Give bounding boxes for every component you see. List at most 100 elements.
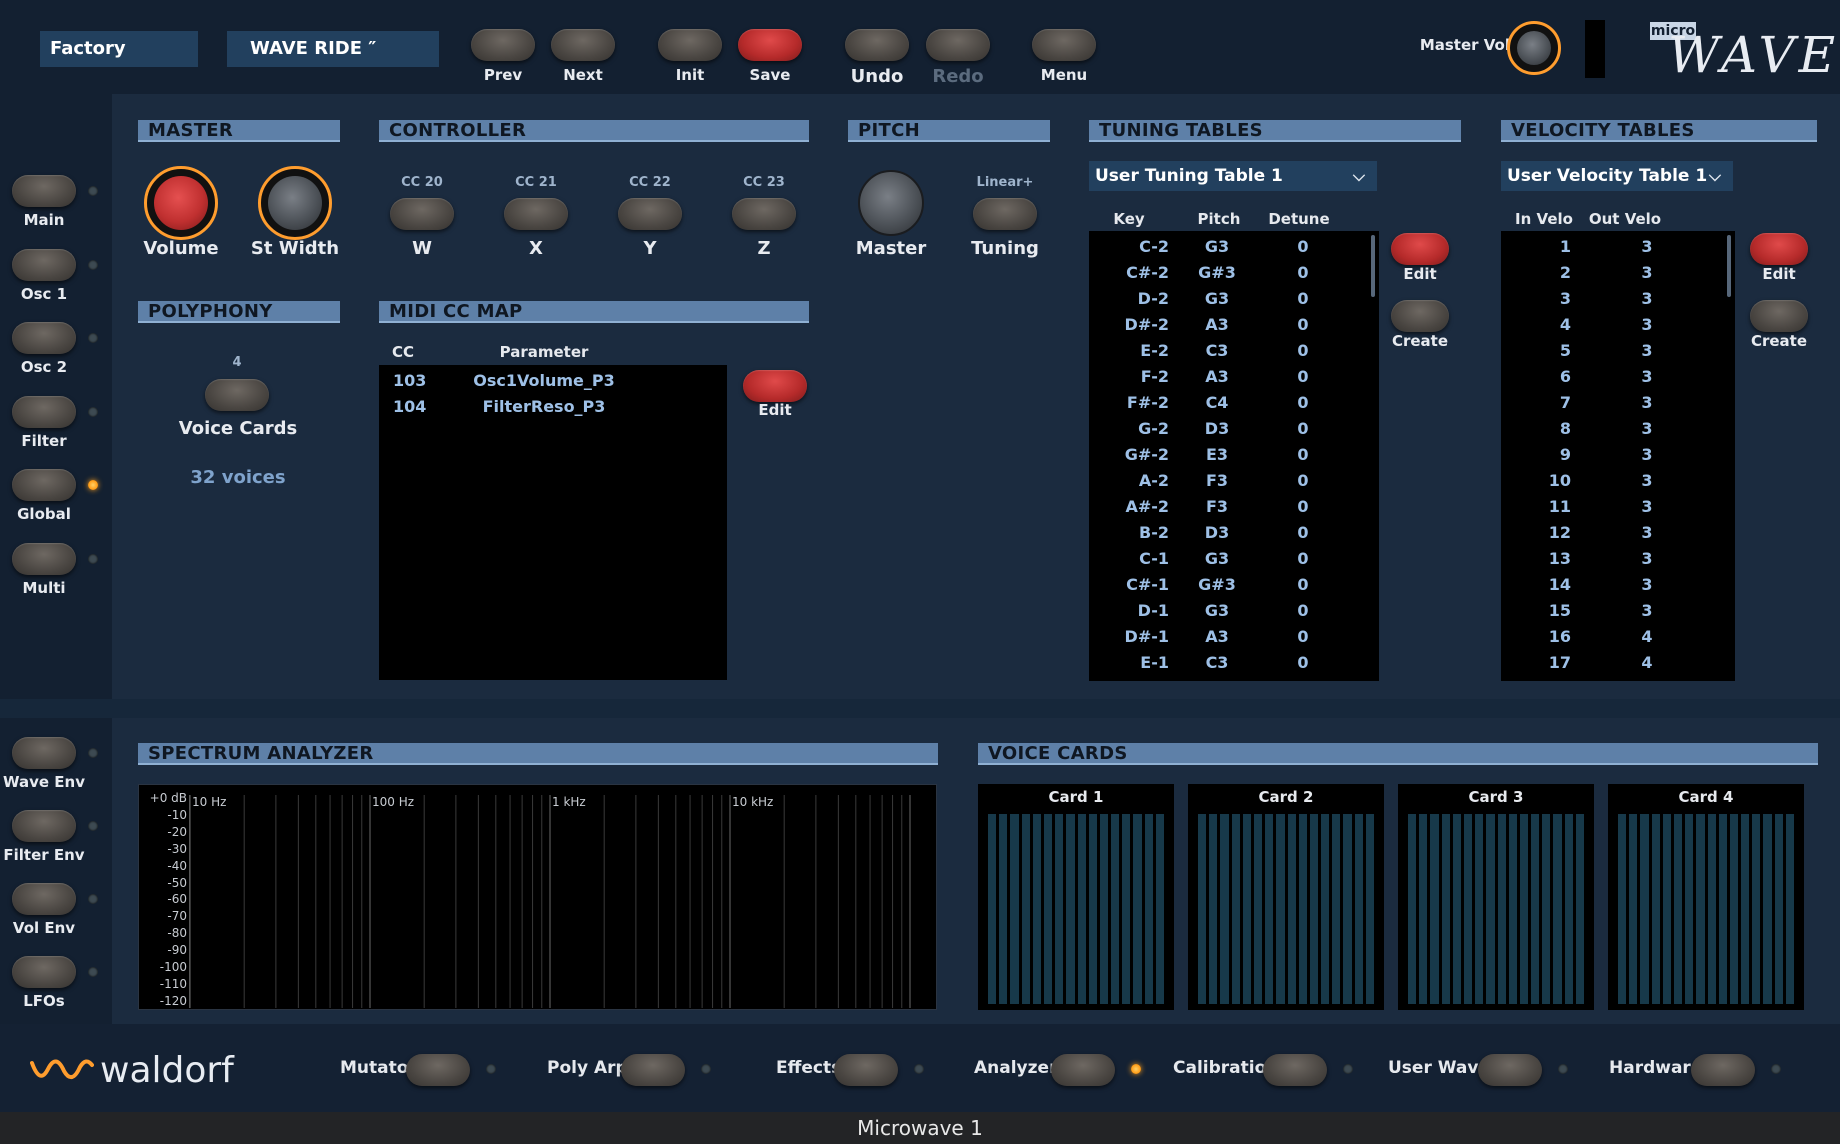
db-tick-label: +0 dB <box>149 791 187 805</box>
controller-z-button[interactable] <box>732 198 796 230</box>
velocity-out: 3 <box>1641 471 1653 490</box>
table-row[interactable]: C-2 G3 0 <box>1089 235 1369 261</box>
voice-meter <box>1519 814 1529 1004</box>
footer-hardware-button[interactable] <box>1691 1054 1755 1086</box>
velocity-table-dropdown[interactable]: User Velocity Table 1 ⌵ <box>1501 161 1733 191</box>
table-row[interactable]: 13 3 <box>1501 547 1725 573</box>
tuning-mode-label: Linear+ <box>976 175 1034 190</box>
master-vol-knob[interactable] <box>1507 21 1561 75</box>
voice-cards-button[interactable] <box>205 379 269 411</box>
table-row[interactable]: 11 3 <box>1501 495 1725 521</box>
table-row[interactable]: B-2 D3 0 <box>1089 521 1369 547</box>
next-button[interactable] <box>551 29 615 61</box>
table-row[interactable]: 23 <box>1501 261 1725 287</box>
velocity-edit-button[interactable] <box>1750 233 1808 265</box>
table-row[interactable]: 12 3 <box>1501 521 1725 547</box>
menu-button[interactable] <box>1032 29 1096 61</box>
velocity-create-label: Create <box>1750 332 1808 350</box>
table-row[interactable]: 33 <box>1501 287 1725 313</box>
velocity-table-scrollbar[interactable] <box>1727 235 1731 297</box>
bank-selector[interactable]: Factory <box>40 31 198 67</box>
undo-button[interactable] <box>845 29 909 61</box>
table-row[interactable]: G#-2 E3 0 <box>1089 443 1369 469</box>
table-row[interactable]: 15 3 <box>1501 599 1725 625</box>
nav-multi-button[interactable] <box>12 542 76 575</box>
preset-name-field[interactable]: WAVE RIDE ″ <box>227 31 439 67</box>
redo-button[interactable] <box>926 29 990 61</box>
table-row[interactable]: 104 FilterReso_P3 <box>379 395 727 421</box>
controller-w-button[interactable] <box>390 198 454 230</box>
table-row[interactable]: C-1 G3 0 <box>1089 547 1369 573</box>
footer-mutator-button[interactable] <box>406 1054 470 1086</box>
prev-button[interactable] <box>471 29 535 61</box>
controller-x-button[interactable] <box>504 198 568 230</box>
table-row[interactable]: A#-2 F3 0 <box>1089 495 1369 521</box>
velocity-create-button[interactable] <box>1750 300 1808 332</box>
nav-global-button[interactable] <box>12 469 76 501</box>
table-row[interactable]: 16 4 <box>1501 625 1725 651</box>
nav-filter-button[interactable] <box>12 395 76 428</box>
nav-wave-env-button[interactable] <box>12 737 76 769</box>
midi-cc-edit-button[interactable] <box>743 370 807 402</box>
table-row[interactable]: D#-2 A3 0 <box>1089 313 1369 339</box>
tuning-button[interactable] <box>973 198 1037 230</box>
nav-vol-env-button[interactable] <box>12 883 76 915</box>
footer-user-wave-button[interactable] <box>1478 1054 1542 1086</box>
db-tick-label: -20 <box>167 824 187 839</box>
controller-y-button[interactable] <box>618 198 682 230</box>
nav-filter-env-button[interactable] <box>12 810 76 842</box>
table-row[interactable]: 43 <box>1501 313 1725 339</box>
stereo-width-knob[interactable] <box>258 166 332 240</box>
table-row[interactable]: 10 3 <box>1501 469 1725 495</box>
footer-poly-arp-button[interactable] <box>621 1054 685 1086</box>
table-row[interactable]: 83 <box>1501 417 1725 443</box>
nav-main-button[interactable] <box>12 175 76 207</box>
tuning-table-scrollbar[interactable] <box>1371 235 1375 297</box>
voice-meter <box>1497 814 1506 1004</box>
table-row[interactable]: E-1 C3 0 <box>1089 651 1369 677</box>
init-button[interactable] <box>658 29 722 61</box>
nav-osc-1-button[interactable] <box>12 248 76 281</box>
table-row[interactable]: 14 3 <box>1501 573 1725 599</box>
table-row[interactable]: 73 <box>1501 391 1725 417</box>
footer-analyzer-button[interactable] <box>1051 1054 1115 1086</box>
table-row[interactable]: D-1 G3 0 <box>1089 599 1369 625</box>
table-row[interactable]: G-2 D3 0 <box>1089 417 1369 443</box>
table-row[interactable]: E-2 C3 0 <box>1089 339 1369 365</box>
hz-tick-label: 10 Hz <box>192 795 227 809</box>
footer-calibration-button[interactable] <box>1263 1054 1327 1086</box>
table-row[interactable]: D#-1 A3 0 <box>1089 625 1369 651</box>
voice-meter <box>1408 814 1417 1004</box>
tuning-edit-button[interactable] <box>1391 233 1449 265</box>
table-row[interactable]: 13 <box>1501 235 1725 261</box>
table-row[interactable]: 93 <box>1501 443 1725 469</box>
nav-osc-2-led <box>88 333 98 343</box>
table-row[interactable]: F-2 A3 0 <box>1089 365 1369 391</box>
tuning-table-dropdown[interactable]: User Tuning Table 1 ⌵ <box>1089 161 1377 191</box>
velocity-in: 16 <box>1548 627 1571 646</box>
table-row[interactable]: F#-2 C4 0 <box>1089 391 1369 417</box>
table-row[interactable]: 17 4 <box>1501 651 1725 677</box>
hz-tick-label: 10 kHz <box>732 795 774 809</box>
midi-cc-map-table[interactable]: CC Parameter 103 Osc1Volume_P3 104 FilterRe… <box>379 339 727 680</box>
nav-lfos-button[interactable] <box>12 956 76 988</box>
column-header-in-velo: In Velo <box>1515 210 1573 228</box>
volume-knob[interactable] <box>144 166 218 240</box>
table-row[interactable]: D-2 G3 0 <box>1089 287 1369 313</box>
velocity-table[interactable]: In Velo Out Velo 1 3 2 3 3 3 4 3 5 3 6 3 7 3 8 3 9 3 10 3 11… <box>1501 207 1735 681</box>
tuning-create-button[interactable] <box>1391 300 1449 332</box>
table-row[interactable]: A-2 F3 0 <box>1089 469 1369 495</box>
nav-osc-2-button[interactable] <box>12 322 76 354</box>
table-row[interactable]: 53 <box>1501 339 1725 365</box>
table-row[interactable]: 63 <box>1501 365 1725 391</box>
table-row[interactable]: 103 Osc1Volume_P3 <box>379 369 727 395</box>
master-vol-label: Master Vol <box>1419 36 1510 54</box>
velocity-out: 3 <box>1641 393 1653 412</box>
table-row[interactable]: C#-2 G#3 0 <box>1089 261 1369 287</box>
table-row[interactable]: C#-1 G#3 0 <box>1089 573 1369 599</box>
pitch-master-knob[interactable] <box>858 170 924 236</box>
footer-effects-button[interactable] <box>834 1054 898 1086</box>
tuning-table[interactable]: Key Pitch Detune C-2 G3 0 C#-2 G#3 0 D-2 G3 0 D#-… <box>1089 207 1379 681</box>
save-button[interactable] <box>738 29 802 61</box>
velocity-in: 7 <box>1559 393 1571 412</box>
